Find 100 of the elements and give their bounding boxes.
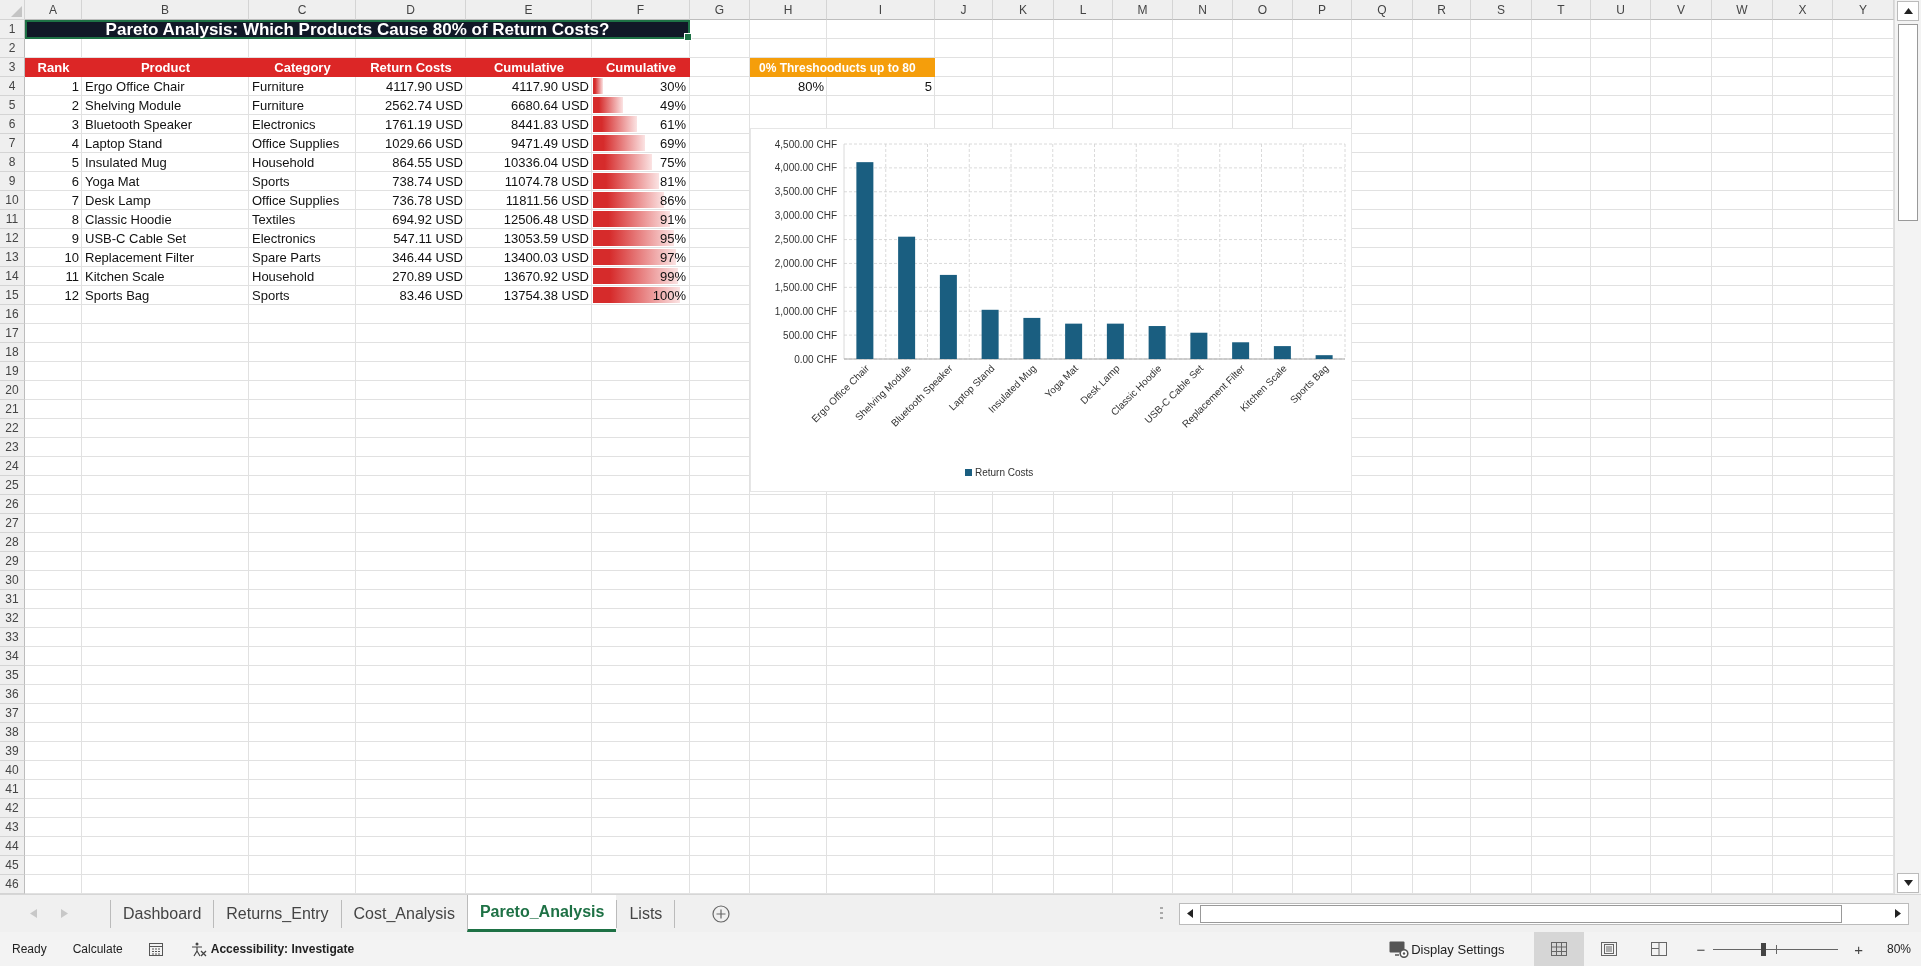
row-header[interactable]: 43 [0, 818, 25, 837]
row-header[interactable]: 16 [0, 305, 25, 324]
row-header[interactable]: 42 [0, 799, 25, 818]
table-cell[interactable]: Bluetooth Speaker [82, 115, 249, 134]
column-header[interactable]: T [1532, 0, 1591, 20]
scroll-thumb[interactable] [1200, 904, 1843, 923]
sheet-title[interactable]: Pareto Analysis: Which Products Cause 80% of Return Costs? [25, 20, 690, 39]
table-cell[interactable]: 864.55 USD [356, 153, 466, 172]
table-cell[interactable]: 13053.59 USD [466, 229, 592, 248]
row-header[interactable]: 25 [0, 476, 25, 495]
column-header[interactable]: I [827, 0, 935, 20]
column-header[interactable]: V [1651, 0, 1712, 20]
zoom-in-button[interactable]: + [1850, 940, 1867, 958]
table-cell[interactable]: Household [249, 267, 356, 286]
status-text[interactable]: Calculate [72, 942, 123, 956]
header-cell[interactable]: Cumulative [592, 58, 690, 77]
table-cell[interactable]: 100% [652, 288, 686, 303]
table-cell[interactable]: Spare Parts [249, 248, 356, 267]
table-cell[interactable]: 8 [25, 210, 82, 229]
row-header[interactable]: 17 [0, 324, 25, 343]
table-cell[interactable]: Desk Lamp [82, 191, 249, 210]
table-cell[interactable]: Electronics [249, 229, 356, 248]
zoom-level[interactable]: 80% [1886, 942, 1911, 956]
table-cell[interactable]: 6 [25, 172, 82, 191]
header-cell[interactable]: Category [249, 58, 356, 77]
add-sheet-icon[interactable] [712, 904, 731, 923]
fill-handle[interactable] [684, 33, 692, 41]
table-cell[interactable]: 49% [659, 98, 686, 113]
column-header[interactable]: S [1471, 0, 1532, 20]
bar[interactable] [1273, 346, 1291, 359]
table-cell[interactable]: USB-C Cable Set [82, 229, 249, 248]
row-header[interactable]: 7 [0, 134, 25, 153]
column-header[interactable]: X [1773, 0, 1833, 20]
table-cell[interactable]: 95% [659, 231, 686, 246]
table-cell[interactable]: 81% [659, 174, 686, 189]
row-header[interactable]: 24 [0, 457, 25, 476]
bar[interactable] [1148, 326, 1166, 359]
table-cell[interactable]: 8441.83 USD [466, 115, 592, 134]
bar-chart[interactable] [750, 128, 1352, 492]
bar[interactable] [856, 162, 874, 359]
table-cell[interactable]: Office Supplies [249, 191, 356, 210]
column-header[interactable]: P [1293, 0, 1352, 20]
row-header[interactable]: 28 [0, 533, 25, 552]
table-cell[interactable]: 69% [659, 136, 686, 151]
table-cell[interactable]: Sports [249, 286, 356, 305]
table-cell[interactable]: 61% [659, 117, 686, 132]
row-header[interactable]: 35 [0, 666, 25, 685]
row-header[interactable]: 32 [0, 609, 25, 628]
column-header[interactable]: H [750, 0, 827, 20]
table-cell[interactable]: 10336.04 USD [466, 153, 592, 172]
table-cell[interactable]: 9471.49 USD [466, 134, 592, 153]
table-cell[interactable]: Replacement Filter [82, 248, 249, 267]
table-cell[interactable]: 91% [659, 212, 686, 227]
bar[interactable] [898, 236, 916, 359]
row-header[interactable]: 8 [0, 153, 25, 172]
row-header[interactable]: 36 [0, 685, 25, 704]
row-header[interactable]: 9 [0, 172, 25, 191]
table-cell[interactable]: 4 [25, 134, 82, 153]
table-cell[interactable]: Insulated Mug [82, 153, 249, 172]
header-cell[interactable]: Return Costs [356, 58, 466, 77]
column-header[interactable]: A [25, 0, 82, 20]
row-header[interactable]: 4 [0, 77, 25, 96]
row-header[interactable]: 15 [0, 286, 25, 305]
table-cell[interactable]: 270.89 USD [356, 267, 466, 286]
row-header[interactable]: 12 [0, 229, 25, 248]
header-cell[interactable]: Cumulative [466, 58, 592, 77]
row-header[interactable]: 13 [0, 248, 25, 267]
table-cell[interactable]: 547.11 USD [356, 229, 466, 248]
table-cell[interactable]: 86% [659, 193, 686, 208]
bar[interactable] [1065, 323, 1083, 359]
table-cell[interactable]: Classic Hoodie [82, 210, 249, 229]
table-cell[interactable]: Sports Bag [82, 286, 249, 305]
table-cell[interactable]: 10 [25, 248, 82, 267]
table-cell[interactable]: 9 [25, 229, 82, 248]
sheet-tab[interactable]: Returns_Entry [213, 899, 341, 928]
column-header[interactable]: U [1591, 0, 1651, 20]
row-header[interactable]: 3 [0, 58, 25, 77]
column-header[interactable]: G [690, 0, 750, 20]
table-cell[interactable]: 12506.48 USD [466, 210, 592, 229]
column-header[interactable]: M [1113, 0, 1173, 20]
accessibility-button[interactable]: Accessibility: Investigate [190, 941, 355, 957]
row-header[interactable]: 23 [0, 438, 25, 457]
row-header[interactable]: 10 [0, 191, 25, 210]
scroll-thumb[interactable] [1898, 24, 1918, 221]
table-cell[interactable]: Furniture [249, 96, 356, 115]
bar[interactable] [1023, 317, 1041, 359]
row-header[interactable]: 14 [0, 267, 25, 286]
row-header[interactable]: 26 [0, 495, 25, 514]
sheet-tab[interactable]: Lists [616, 899, 676, 928]
bar[interactable] [981, 309, 999, 359]
column-header[interactable]: L [1054, 0, 1113, 20]
row-header[interactable]: 5 [0, 96, 25, 115]
table-cell[interactable]: Office Supplies [249, 134, 356, 153]
row-header[interactable]: 6 [0, 115, 25, 134]
row-header[interactable]: 30 [0, 571, 25, 590]
column-header[interactable]: O [1233, 0, 1293, 20]
table-cell[interactable]: Ergo Office Chair [82, 77, 249, 96]
table-cell[interactable]: 3 [25, 115, 82, 134]
table-cell[interactable]: 5 [25, 153, 82, 172]
display-settings-button[interactable]: Display Settings [1389, 940, 1505, 958]
